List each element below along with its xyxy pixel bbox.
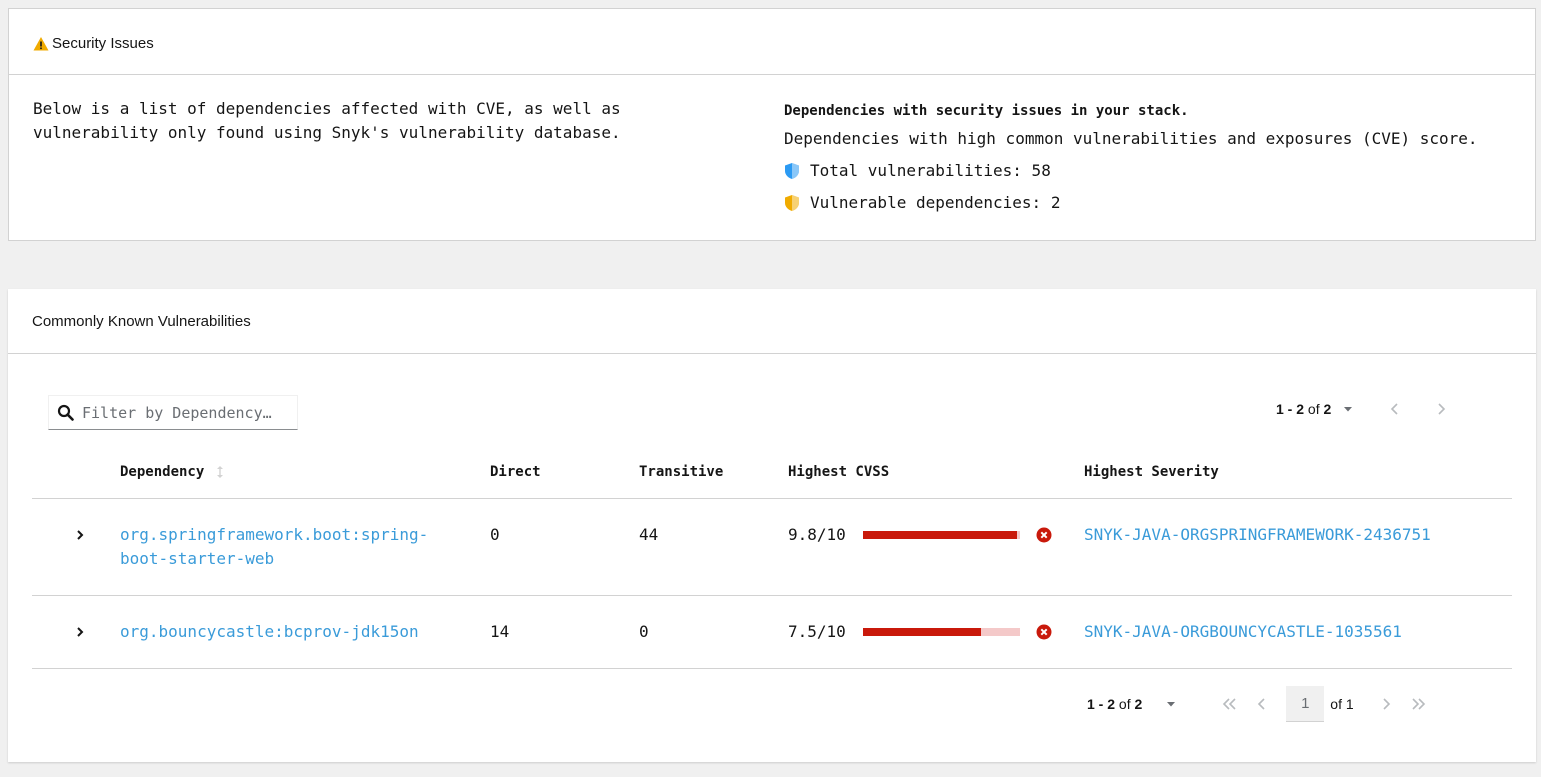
pagination-top: 1 - 2 of 2 — [1276, 401, 1447, 417]
filter-input[interactable] — [82, 403, 292, 422]
dependency-link[interactable]: org.springframework.boot:spring- boot-st… — [120, 523, 428, 571]
shield-warning-icon — [784, 194, 800, 212]
current-page-input[interactable]: 1 — [1286, 686, 1325, 722]
next-page-button[interactable] — [1435, 402, 1447, 416]
pagination-menu-toggle[interactable]: 1 - 2 of 2 — [1276, 401, 1331, 417]
table-header: Dependency Direct Transitive Highest CVS… — [32, 452, 1512, 499]
caret-down-icon[interactable] — [1343, 404, 1353, 414]
direct-count: 14 — [490, 622, 510, 641]
security-issues-card: Security Issues Below is a list of depen… — [8, 8, 1536, 241]
vulnerabilities-table: Dependency Direct Transitive Highest CVS… — [32, 452, 1512, 669]
table-row: org.springframework.boot:spring- boot-st… — [32, 499, 1512, 596]
caret-down-icon[interactable] — [1166, 699, 1176, 709]
last-page-button[interactable] — [1410, 697, 1426, 711]
direct-count: 0 — [490, 525, 500, 544]
total-vulnerabilities: Total vulnerabilities: 58 — [784, 159, 1478, 183]
pagination-bottom: 1 - 2 of 2 1 of 1 — [1087, 686, 1426, 722]
column-dependency[interactable]: Dependency — [120, 464, 224, 480]
column-direct: Direct — [490, 464, 541, 480]
vulnerable-dependencies: Vulnerable dependencies: 2 — [784, 191, 1478, 215]
filter-search-box[interactable] — [48, 395, 298, 430]
pagination-menu-toggle[interactable]: 1 - 2 of 2 — [1087, 696, 1142, 712]
security-issues-title: Security Issues — [52, 35, 154, 52]
expand-chevron-icon[interactable] — [75, 529, 85, 541]
cvss-progress-fill — [863, 531, 1017, 539]
first-page-button[interactable] — [1222, 697, 1238, 711]
danger-circle-icon — [1036, 527, 1052, 543]
page-total-label: of 1 — [1330, 696, 1354, 712]
cvss-progress-bar — [863, 531, 1020, 539]
security-issues-header: Security Issues — [9, 9, 1535, 75]
column-transitive: Transitive — [639, 464, 724, 480]
cvss-progress-bar — [863, 628, 1020, 636]
stack-subheading: Dependencies with high common vulnerabil… — [784, 129, 1478, 148]
severity-link[interactable]: SNYK-JAVA-ORGSPRINGFRAMEWORK-2436751 — [1084, 523, 1431, 547]
cvss-score: 7.5/10 — [788, 622, 846, 641]
vulnerabilities-title: Commonly Known Vulnerabilities — [32, 312, 251, 330]
shield-info-icon — [784, 162, 800, 180]
security-description: Below is a list of dependencies affected… — [33, 99, 621, 142]
previous-page-button[interactable] — [1389, 402, 1401, 416]
sort-icon[interactable] — [216, 465, 224, 479]
danger-circle-icon — [1036, 624, 1052, 640]
severity-link[interactable]: SNYK-JAVA-ORGBOUNCYCASTLE-1035561 — [1084, 620, 1402, 644]
column-highest-cvss: Highest CVSS — [788, 464, 890, 480]
vulnerabilities-card: Commonly Known Vulnerabilities 1 - 2 of … — [8, 289, 1536, 762]
transitive-count: 44 — [639, 525, 659, 544]
previous-page-button[interactable] — [1256, 697, 1268, 711]
search-icon — [57, 404, 74, 421]
next-page-button[interactable] — [1380, 697, 1392, 711]
cvss-score: 9.8/10 — [788, 525, 846, 544]
expand-chevron-icon[interactable] — [75, 626, 85, 638]
table-row: org.bouncycastle:bcprov-jdk15on 14 0 7.5… — [32, 596, 1512, 669]
vulnerabilities-header: Commonly Known Vulnerabilities — [8, 289, 1536, 354]
cvss-progress-fill — [863, 628, 981, 636]
stack-heading: Dependencies with security issues in you… — [784, 103, 1189, 119]
warning-icon — [33, 36, 49, 52]
column-highest-severity: Highest Severity — [1084, 464, 1219, 480]
transitive-count: 0 — [639, 622, 649, 641]
dependency-link[interactable]: org.bouncycastle:bcprov-jdk15on — [120, 620, 419, 644]
